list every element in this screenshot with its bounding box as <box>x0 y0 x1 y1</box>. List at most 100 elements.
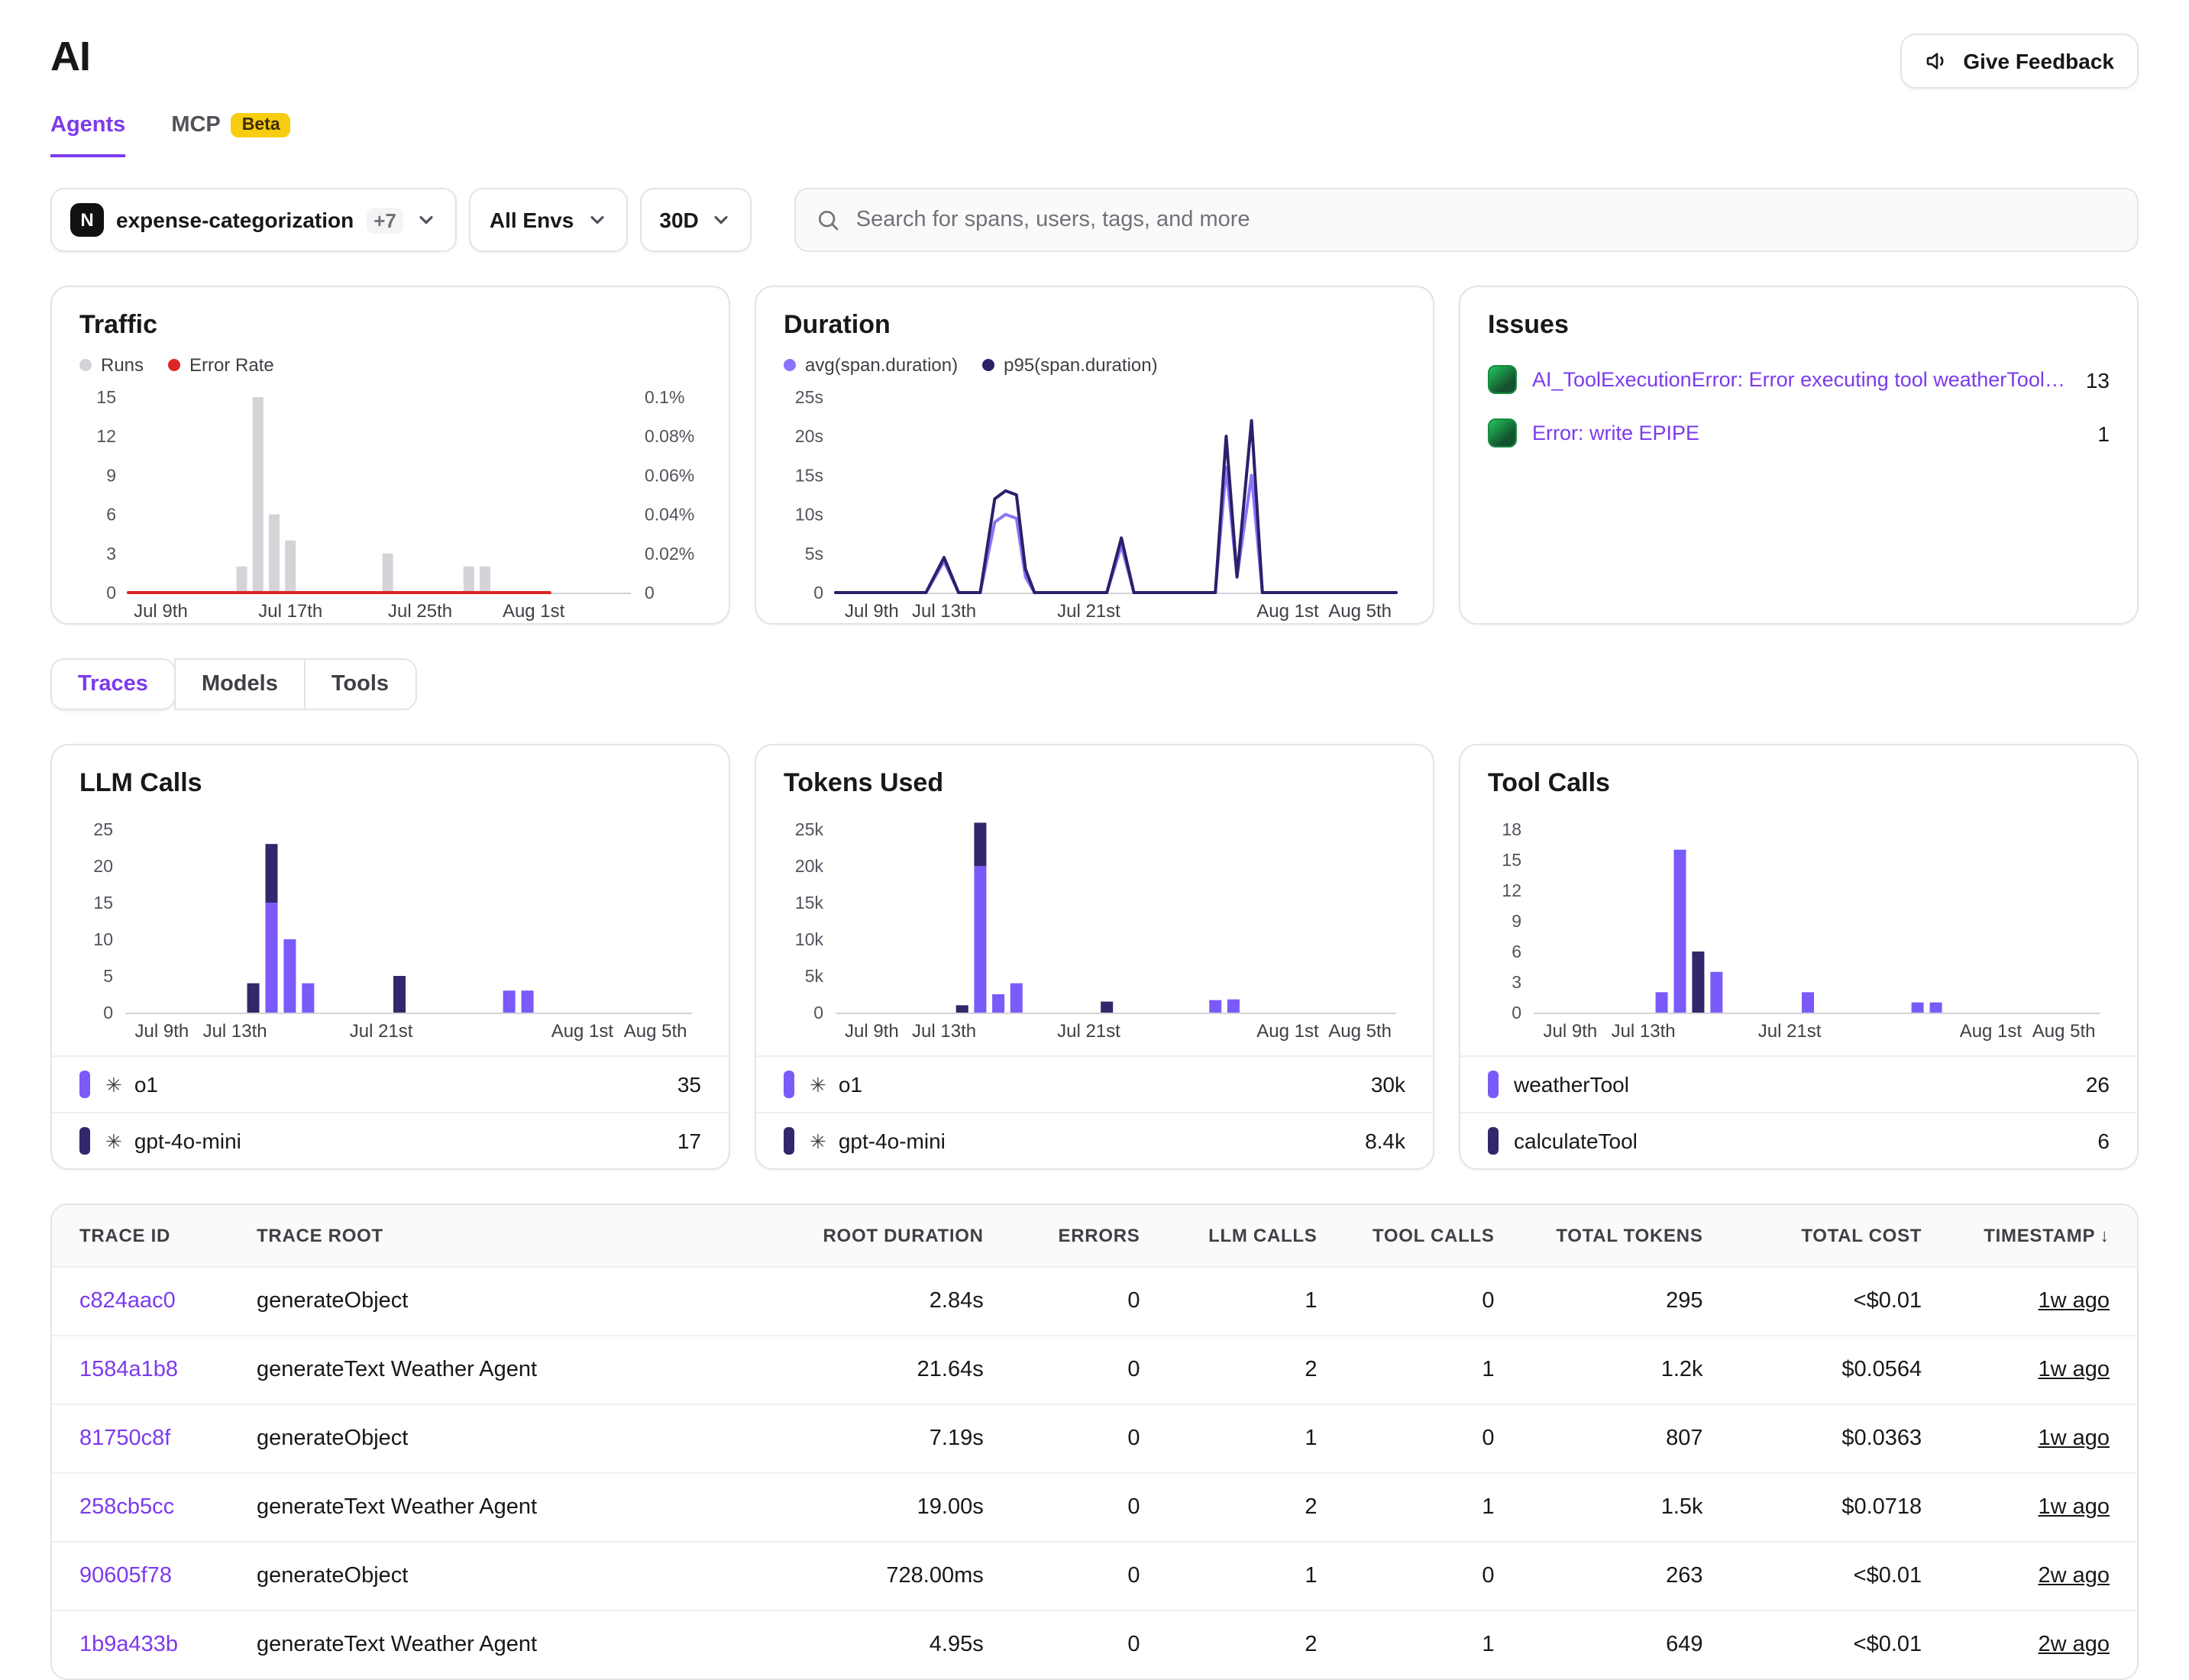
timestamp-cell[interactable]: 2w ago <box>1949 1542 2137 1611</box>
trace-id-link[interactable]: 90605f78 <box>52 1542 229 1611</box>
column-header[interactable]: TOTAL TOKENS <box>1522 1205 1731 1267</box>
date-range-label: 30D <box>659 208 698 232</box>
svg-text:Jul 25th: Jul 25th <box>388 601 452 622</box>
svg-text:Jul 21st: Jul 21st <box>1057 1021 1120 1042</box>
column-header[interactable]: LLM CALLS <box>1168 1205 1345 1267</box>
timestamp-link[interactable]: 1w ago <box>2038 1358 2110 1382</box>
series-row[interactable]: calculateTool6 <box>1460 1112 2137 1168</box>
llm-calls-legend-rows: ✳o135✳gpt-4o-mini17 <box>52 1055 729 1168</box>
table-cell: 2.84s <box>740 1267 1011 1336</box>
table-row[interactable]: 258cb5ccgenerateText Weather Agent19.00s… <box>52 1473 2137 1542</box>
svg-text:0: 0 <box>1512 1003 1521 1023</box>
trace-id-link[interactable]: 1b9a433b <box>52 1611 229 1678</box>
column-header[interactable]: TRACE ID <box>52 1205 229 1267</box>
table-cell: 0 <box>1011 1267 1168 1336</box>
series-row[interactable]: weatherTool26 <box>1460 1055 2137 1112</box>
series-total: 26 <box>2086 1072 2110 1097</box>
column-header[interactable]: ERRORS <box>1011 1205 1168 1267</box>
series-row[interactable]: ✳gpt-4o-mini17 <box>52 1112 729 1168</box>
trace-id-link[interactable]: 1584a1b8 <box>52 1336 229 1404</box>
series-row[interactable]: ✳gpt-4o-mini8.4k <box>756 1112 1433 1168</box>
timestamp-cell[interactable]: 1w ago <box>1949 1404 2137 1473</box>
table-row[interactable]: 1b9a433bgenerateText Weather Agent4.95s0… <box>52 1611 2137 1678</box>
tab-agents[interactable]: Agents <box>50 113 125 157</box>
give-feedback-label: Give Feedback <box>1963 49 2114 73</box>
tab-mcp[interactable]: MCP Beta <box>171 113 290 157</box>
project-selector[interactable]: N expense-categorization +7 <box>50 188 458 252</box>
timestamp-cell[interactable]: 1w ago <box>1949 1473 2137 1542</box>
tab-traces[interactable]: Traces <box>50 658 176 710</box>
svg-text:15: 15 <box>1502 850 1521 870</box>
svg-text:0.1%: 0.1% <box>645 387 684 407</box>
table-cell: generateText Weather Agent <box>229 1611 740 1678</box>
issue-link[interactable]: Error: write EPIPE <box>1532 422 2082 444</box>
table-cell: $0.0363 <box>1731 1404 1950 1473</box>
table-cell: 0 <box>1345 1404 1522 1473</box>
timestamp-link[interactable]: 2w ago <box>2038 1633 2110 1657</box>
svg-text:18: 18 <box>1502 819 1521 839</box>
search-input[interactable] <box>856 208 2117 232</box>
tab-models[interactable]: Models <box>174 658 306 710</box>
trace-id-link[interactable]: 258cb5cc <box>52 1473 229 1542</box>
svg-text:25k: 25k <box>795 819 824 839</box>
search-icon <box>816 208 841 232</box>
series-name: gpt-4o-mini <box>134 1129 241 1153</box>
page-title: AI <box>50 34 90 81</box>
series-row[interactable]: ✳o130k <box>756 1055 1433 1112</box>
table-row[interactable]: 1584a1b8generateText Weather Agent21.64s… <box>52 1336 2137 1404</box>
timestamp-cell[interactable]: 1w ago <box>1949 1336 2137 1404</box>
timestamp-link[interactable]: 1w ago <box>2038 1426 2110 1451</box>
trace-id-link[interactable]: 81750c8f <box>52 1404 229 1473</box>
table-cell: 1 <box>1168 1404 1345 1473</box>
env-selector[interactable]: All Envs <box>470 188 628 252</box>
column-header[interactable]: TIMESTAMP↓ <box>1949 1205 2137 1267</box>
table-row[interactable]: 90605f78generateObject728.00ms010263<$0.… <box>52 1542 2137 1611</box>
table-cell: 1 <box>1345 1336 1522 1404</box>
issue-status-icon <box>1488 418 1517 447</box>
timestamp-cell[interactable]: 2w ago <box>1949 1611 2137 1678</box>
column-header[interactable]: ROOT DURATION <box>740 1205 1011 1267</box>
timestamp-link[interactable]: 1w ago <box>2038 1289 2110 1313</box>
series-swatch-icon <box>79 1071 90 1098</box>
issue-link[interactable]: AI_ToolExecutionError: Error executing t… <box>1532 368 2071 391</box>
svg-text:6: 6 <box>106 505 116 525</box>
legend-dot-icon <box>79 359 92 371</box>
table-row[interactable]: 81750c8fgenerateObject7.19s010807$0.0363… <box>52 1404 2137 1473</box>
detail-tabs: Traces Models Tools <box>50 658 2139 710</box>
table-cell: 21.64s <box>740 1336 1011 1404</box>
svg-text:Aug 5th: Aug 5th <box>1328 601 1392 622</box>
legend-dot-icon <box>982 359 994 371</box>
table-cell: 1.5k <box>1522 1473 1731 1542</box>
svg-text:15k: 15k <box>795 893 824 913</box>
legend-label: Runs <box>101 354 144 376</box>
table-cell: 19.00s <box>740 1473 1011 1542</box>
tab-tools[interactable]: Tools <box>304 658 416 710</box>
date-range-selector[interactable]: 30D <box>639 188 752 252</box>
timestamp-link[interactable]: 2w ago <box>2038 1564 2110 1588</box>
series-row[interactable]: ✳o135 <box>52 1055 729 1112</box>
trace-id-link[interactable]: c824aac0 <box>52 1267 229 1336</box>
table-cell: 0 <box>1011 1404 1168 1473</box>
table-cell: 649 <box>1522 1611 1731 1678</box>
series-swatch-icon <box>79 1127 90 1155</box>
project-logo-icon: N <box>70 203 104 237</box>
timestamp-link[interactable]: 1w ago <box>2038 1495 2110 1520</box>
svg-text:15: 15 <box>96 387 116 407</box>
tab-traces-label: Traces <box>78 672 148 696</box>
series-total: 30k <box>1371 1072 1405 1097</box>
column-header[interactable]: TRACE ROOT <box>229 1205 740 1267</box>
column-header[interactable]: TOOL CALLS <box>1345 1205 1522 1267</box>
give-feedback-button[interactable]: Give Feedback <box>1900 34 2139 89</box>
duration-title: Duration <box>784 310 1405 341</box>
svg-text:6: 6 <box>1512 942 1521 961</box>
svg-text:0: 0 <box>106 583 116 603</box>
issue-row: AI_ToolExecutionError: Error executing t… <box>1488 353 2110 406</box>
svg-text:0: 0 <box>813 1003 823 1023</box>
timestamp-cell[interactable]: 1w ago <box>1949 1267 2137 1336</box>
table-cell: 1 <box>1345 1611 1522 1678</box>
table-row[interactable]: c824aac0generateObject2.84s010295<$0.011… <box>52 1267 2137 1336</box>
svg-text:5: 5 <box>103 966 113 986</box>
column-header[interactable]: TOTAL COST <box>1731 1205 1950 1267</box>
series-name: gpt-4o-mini <box>839 1129 946 1153</box>
table-cell: 1 <box>1168 1542 1345 1611</box>
